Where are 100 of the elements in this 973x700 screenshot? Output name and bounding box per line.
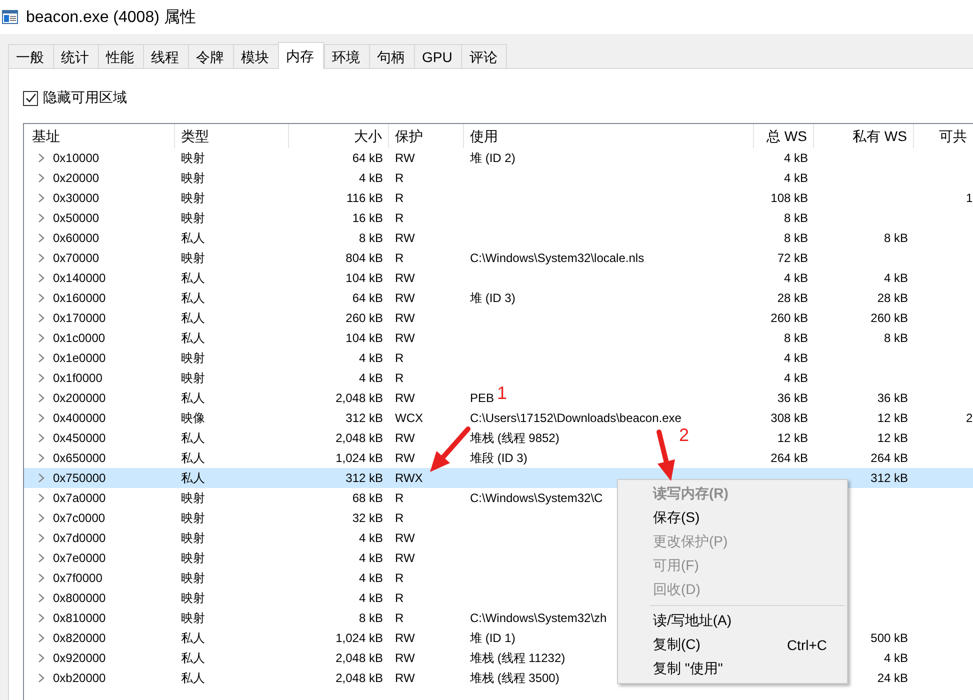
table-cell: 0x7e0000 <box>53 551 106 565</box>
table-cell: RW <box>395 231 415 245</box>
table-cell: 264 kB <box>870 451 908 465</box>
tab[interactable]: 评论 <box>461 44 508 68</box>
table-cell: 映射 <box>181 250 205 266</box>
checkmark-icon <box>24 92 36 104</box>
table-cell: 0x60000 <box>53 231 100 245</box>
table-cell: 8 kB <box>784 331 808 345</box>
table-cell: 私人 <box>181 670 205 686</box>
table-cell: 8 kB <box>884 331 908 345</box>
table-cell: 0x200000 <box>53 391 106 405</box>
table-cell: 映射 <box>181 170 205 186</box>
column-header[interactable]: 基址 <box>24 124 175 148</box>
table-cell: RW <box>395 431 415 445</box>
table-cell: R <box>395 191 404 205</box>
table-cell: R <box>395 611 404 625</box>
table-cell: 804 kB <box>346 251 383 265</box>
table-cell: 4 kB <box>358 551 383 565</box>
table-cell: RW <box>395 671 415 685</box>
table-cell: 映射 <box>181 190 205 206</box>
table-cell: 映射 <box>181 570 205 586</box>
table-cell: 4 kB <box>784 351 808 365</box>
table-cell: PEB <box>470 391 494 405</box>
table-cell: 0x1e0000 <box>53 351 106 365</box>
checkbox[interactable] <box>23 90 38 106</box>
table-cell: R <box>395 211 404 225</box>
tab[interactable]: 令牌 <box>188 44 233 68</box>
table-cell: C:\Windows\System32\locale.nls <box>470 251 644 265</box>
table-cell: 12 kB <box>777 431 808 445</box>
table-cell: RWX <box>395 471 423 485</box>
table-cell: 260 kB <box>346 311 383 325</box>
table-cell: 4 kB <box>358 171 383 185</box>
checkbox-label[interactable]: 隐藏可用区域 <box>43 89 127 107</box>
table-cell: 8 kB <box>358 611 383 625</box>
table-cell: 0x30000 <box>53 191 100 205</box>
table-cell: 4 kB <box>884 651 908 665</box>
tab[interactable]: 一般 <box>8 44 53 68</box>
table-cell: 8 kB <box>358 231 383 245</box>
column-header[interactable]: 保护 <box>389 124 464 148</box>
table-cell: 308 kB <box>770 411 808 425</box>
table-cell: 私人 <box>181 330 205 346</box>
table-cell: 私人 <box>181 390 205 406</box>
table-cell: 0x7a0000 <box>53 491 106 505</box>
tab[interactable]: 统计 <box>53 44 98 68</box>
menu-item[interactable]: 保存(S) <box>653 509 700 527</box>
menu-item[interactable]: 复制(C) <box>653 636 700 654</box>
tab[interactable]: 性能 <box>98 44 143 68</box>
table-cell: 映射 <box>181 590 205 606</box>
tab[interactable]: 线程 <box>143 44 188 68</box>
table-cell: 116 kB <box>346 191 383 205</box>
table-cell: 28 kB <box>777 291 808 305</box>
table-cell: 2 <box>966 411 973 425</box>
column-header[interactable]: 使用 <box>464 124 754 148</box>
menu-item[interactable]: 读/写地址(A) <box>653 612 732 630</box>
table-cell: 0x20000 <box>53 171 100 185</box>
table-cell: 1,024 kB <box>336 451 383 465</box>
column-header[interactable]: 私有 WS <box>814 124 914 148</box>
tab[interactable]: GPU <box>414 44 462 68</box>
table-cell: R <box>395 571 404 585</box>
column-header[interactable]: 大小 <box>289 124 389 148</box>
table-cell: R <box>395 371 404 385</box>
table-cell: 4 kB <box>358 591 383 605</box>
table-cell: C:\Windows\System32\C <box>470 491 603 505</box>
shortcut-label: Ctrl+C <box>786 637 827 653</box>
table-cell: 32 kB <box>352 511 383 525</box>
tab[interactable]: 句柄 <box>369 44 414 68</box>
tab[interactable]: 内存 <box>278 42 324 69</box>
table-cell: 1,024 kB <box>336 631 383 645</box>
column-header[interactable]: 类型 <box>175 124 289 148</box>
menu-item: 更改保护(P) <box>653 533 728 551</box>
table-cell: 私人 <box>181 270 205 286</box>
column-header[interactable]: 可共 <box>914 124 973 148</box>
table-cell: 堆栈 (线程 9852) <box>470 430 560 446</box>
table-cell: 2,048 kB <box>336 651 383 665</box>
table-cell: 0x800000 <box>53 591 106 605</box>
table-cell: 映射 <box>181 370 205 386</box>
column-header[interactable]: 总 WS <box>754 124 814 148</box>
table-cell: 映射 <box>181 210 205 226</box>
table-cell: 0x450000 <box>53 431 106 445</box>
table-cell: 堆 (ID 1) <box>470 630 516 646</box>
table-cell: 4 kB <box>784 171 808 185</box>
table-cell: 264 kB <box>770 451 808 465</box>
table-cell: 4 kB <box>358 571 383 585</box>
table-cell: 4 kB <box>358 531 383 545</box>
annotation-number: 2 <box>679 425 690 446</box>
tab[interactable]: 模块 <box>233 44 278 68</box>
menu-item[interactable]: 复制 "使用" <box>653 660 723 678</box>
table-cell: 私人 <box>181 450 205 466</box>
table-cell: 312 kB <box>870 471 908 485</box>
table-cell: 4 kB <box>784 151 808 165</box>
tab[interactable]: 环境 <box>324 44 369 68</box>
table-cell: 0x50000 <box>53 211 100 225</box>
table-cell: 0x10000 <box>53 151 100 165</box>
table-cell: 108 kB <box>770 191 808 205</box>
table-cell: 24 kB <box>877 671 908 685</box>
table-cell: RW <box>395 271 415 285</box>
table-cell: 64 kB <box>352 291 383 305</box>
table-cell: 0x170000 <box>53 311 106 325</box>
menu-item: 读写内存(R) <box>653 485 728 503</box>
table-cell: 0x650000 <box>53 451 106 465</box>
